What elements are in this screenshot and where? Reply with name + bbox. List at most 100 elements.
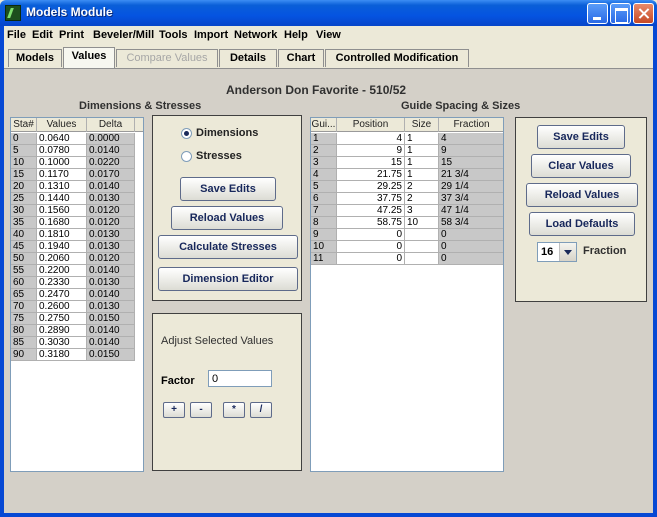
value-cell[interactable]: 0.1560 [37,205,87,217]
table-row[interactable]: 80 0.2890 0.0140 [11,325,135,337]
col-size[interactable]: Size [405,118,439,132]
value-cell[interactable]: 0.2330 [37,277,87,289]
col-delta[interactable]: Delta [87,118,135,132]
position-cell[interactable]: 21.75 [337,169,405,181]
tab-models[interactable]: Models [8,49,62,67]
size-cell[interactable]: 3 [405,205,439,217]
tab-controlled-modification[interactable]: Controlled Modification [325,49,469,67]
size-cell[interactable]: 1 [405,157,439,169]
value-cell[interactable]: 0.3030 [37,337,87,349]
col-fraction[interactable]: Fraction [439,118,503,132]
radio-dimensions[interactable]: Dimensions [181,127,291,141]
table-row[interactable]: 8 58.75 10 58 3/4 [311,217,503,229]
close-button[interactable] [633,3,654,24]
menu-network[interactable]: Network [234,29,277,41]
load-defaults-button[interactable]: Load Defaults [529,212,635,236]
dimension-editor-button[interactable]: Dimension Editor [158,267,298,291]
position-cell[interactable]: 0 [337,253,405,265]
radio-stresses[interactable]: Stresses [181,150,291,164]
value-cell[interactable]: 0.2600 [37,301,87,313]
menu-tools[interactable]: Tools [159,29,188,41]
col-values[interactable]: Values [37,118,87,132]
col-sta[interactable]: Sta# [11,118,37,132]
table-row[interactable]: 5 29.25 2 29 1/4 [311,181,503,193]
value-cell[interactable]: 0.1310 [37,181,87,193]
table-row[interactable]: 30 0.1560 0.0120 [11,205,135,217]
table-row[interactable]: 3 15 1 15 [311,157,503,169]
table-row[interactable]: 10 0 0 [311,241,503,253]
menu-edit[interactable]: Edit [32,29,53,41]
position-cell[interactable]: 37.75 [337,193,405,205]
value-cell[interactable]: 0.1810 [37,229,87,241]
add-button[interactable]: + [163,402,185,418]
subtract-button[interactable]: - [190,402,212,418]
value-cell[interactable]: 0.1440 [37,193,87,205]
table-row[interactable]: 11 0 0 [311,253,503,265]
table-row[interactable]: 10 0.1000 0.0220 [11,157,135,169]
position-cell[interactable]: 4 [337,133,405,145]
save-edits-button[interactable]: Save Edits [180,177,276,201]
size-cell[interactable] [405,253,439,265]
table-row[interactable]: 60 0.2330 0.0130 [11,277,135,289]
maximize-button[interactable] [610,3,631,24]
fraction-select[interactable]: 16 [537,242,577,262]
table-row[interactable]: 7 47.25 3 47 1/4 [311,205,503,217]
size-cell[interactable] [405,229,439,241]
table-row[interactable]: 5 0.0780 0.0140 [11,145,135,157]
col-guide[interactable]: Gui... [311,118,337,132]
dimensions-table[interactable]: Sta# Values Delta 0 0.0640 0.0000 5 0.0780 0.… [10,117,144,472]
table-row[interactable]: 6 37.75 2 37 3/4 [311,193,503,205]
menu-help[interactable]: Help [284,29,308,41]
size-cell[interactable]: 1 [405,169,439,181]
value-cell[interactable]: 0.1940 [37,241,87,253]
position-cell[interactable]: 15 [337,157,405,169]
value-cell[interactable]: 0.1680 [37,217,87,229]
position-cell[interactable]: 29.25 [337,181,405,193]
table-row[interactable]: 1414 [311,133,503,145]
value-cell[interactable]: 0.1000 [37,157,87,169]
table-row[interactable]: 85 0.3030 0.0140 [11,337,135,349]
table-row[interactable]: 65 0.2470 0.0140 [11,289,135,301]
table-row[interactable]: 50 0.2060 0.0120 [11,253,135,265]
menu-file[interactable]: File [7,29,26,41]
table-row[interactable]: 0 0.0640 0.0000 [11,133,135,145]
position-cell[interactable]: 58.75 [337,217,405,229]
size-cell[interactable]: 10 [405,217,439,229]
chevron-down-icon[interactable] [559,243,576,261]
col-position[interactable]: Position [337,118,405,132]
value-cell[interactable]: 0.2470 [37,289,87,301]
table-row[interactable]: 90 0.3180 0.0150 [11,349,135,361]
table-row[interactable]: 70 0.2600 0.0130 [11,301,135,313]
value-cell[interactable]: 0.3180 [37,349,87,361]
position-cell[interactable]: 0 [337,241,405,253]
value-cell[interactable]: 0.2890 [37,325,87,337]
divide-button[interactable]: / [250,402,272,418]
guide-reload-values-button[interactable]: Reload Values [526,183,638,207]
clear-values-button[interactable]: Clear Values [531,154,631,178]
minimize-button[interactable] [587,3,608,24]
reload-values-button[interactable]: Reload Values [171,206,283,230]
position-cell[interactable]: 0 [337,229,405,241]
multiply-button[interactable]: * [223,402,245,418]
size-cell[interactable]: 2 [405,181,439,193]
table-row[interactable]: 35 0.1680 0.0120 [11,217,135,229]
size-cell[interactable]: 1 [405,145,439,157]
tab-chart[interactable]: Chart [278,49,324,67]
table-row[interactable]: 4 21.75 1 21 3/4 [311,169,503,181]
value-cell[interactable]: 0.2200 [37,265,87,277]
table-row[interactable]: 25 0.1440 0.0130 [11,193,135,205]
calculate-stresses-button[interactable]: Calculate Stresses [158,235,298,259]
value-cell[interactable]: 0.2750 [37,313,87,325]
table-row[interactable]: 75 0.2750 0.0150 [11,313,135,325]
table-row[interactable]: 20 0.1310 0.0140 [11,181,135,193]
position-cell[interactable]: 47.25 [337,205,405,217]
table-row[interactable]: 15 0.1170 0.0170 [11,169,135,181]
value-cell[interactable]: 0.0640 [37,133,87,145]
value-cell[interactable]: 0.0780 [37,145,87,157]
guides-table[interactable]: Gui... Position Size Fraction 1414291931… [310,117,504,472]
size-cell[interactable]: 1 [405,133,439,145]
guide-save-edits-button[interactable]: Save Edits [537,125,625,149]
position-cell[interactable]: 9 [337,145,405,157]
tab-values[interactable]: Values [63,47,115,68]
menu-print[interactable]: Print [59,29,84,41]
